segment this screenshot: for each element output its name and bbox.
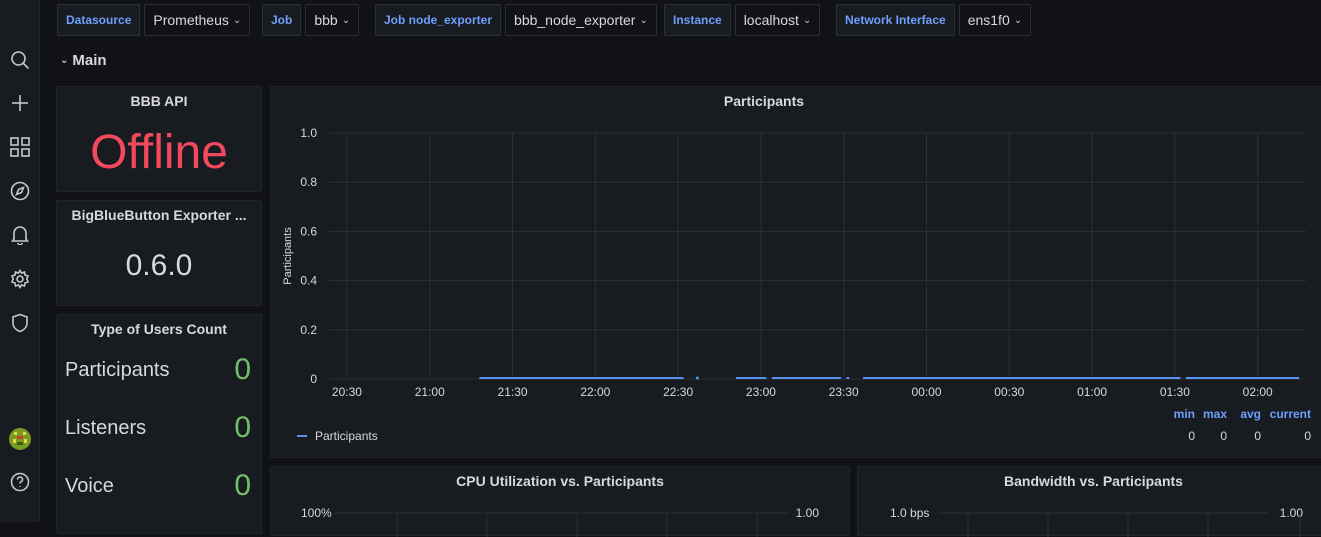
job-node-exporter-select[interactable]: bbb_node_exporter ⌄	[505, 4, 657, 36]
y-tick-label: 0.8	[300, 175, 317, 189]
variable-value: bbb	[314, 12, 338, 28]
panel-type-of-users[interactable]: Type of Users Count Participants 0 Liste…	[56, 314, 262, 534]
api-status-value: Offline	[90, 126, 228, 179]
legend-header-min[interactable]: min	[1157, 407, 1195, 421]
chevron-down-icon: ⌄	[232, 14, 242, 26]
instance-select[interactable]: localhost ⌄	[734, 4, 821, 36]
shield-icon[interactable]	[0, 311, 40, 335]
users-row-label: Participants	[65, 358, 170, 381]
panel-title: BigBlueButton Exporter ...	[71, 207, 247, 223]
variable-value: Prometheus	[153, 12, 229, 28]
legend-value-max: 0	[1220, 429, 1227, 443]
explore-compass-icon[interactable]	[0, 179, 40, 203]
x-tick-label: 21:00	[415, 385, 445, 399]
cpu-chart-grid	[335, 512, 789, 537]
variable-label: Datasource	[57, 4, 141, 36]
panel-cpu-vs-participants[interactable]: CPU Utilization vs. Participants 100% 1.…	[270, 466, 850, 537]
panel-title: BBB API	[130, 93, 188, 109]
legend-swatch	[297, 435, 307, 437]
chevron-down-icon: ⌄	[341, 14, 351, 26]
y-tick-label: 1.0	[300, 126, 317, 140]
panel-bbb-api[interactable]: BBB API Offline	[56, 86, 262, 192]
y-tick-label: 0	[310, 372, 317, 386]
variable-label: Instance	[664, 4, 731, 36]
users-row-value: 0	[234, 353, 251, 386]
variable-label: Job	[262, 4, 302, 36]
panel-title: Type of Users Count	[91, 321, 227, 337]
legend-series[interactable]: Participants	[297, 429, 378, 443]
chevron-down-icon: ⌄	[60, 55, 69, 66]
x-tick-label: 22:00	[580, 385, 610, 399]
x-tick-label: 02:00	[1243, 385, 1273, 399]
template-variables-bar: Datasource Prometheus ⌄ Job bbb ⌄ Job node…	[40, 0, 1321, 40]
x-tick-label: 01:00	[1077, 385, 1107, 399]
legend-header-avg[interactable]: avg	[1227, 407, 1261, 421]
users-row-value: 0	[234, 411, 251, 444]
row-toggle-main[interactable]: ⌄ Main	[60, 52, 107, 69]
datasource-select[interactable]: Prometheus ⌄	[144, 4, 251, 36]
search-icon[interactable]	[0, 48, 40, 72]
legend-header-current[interactable]: current	[1261, 407, 1311, 421]
x-tick-label: 00:00	[911, 385, 941, 399]
chevron-down-icon: ⌄	[639, 14, 648, 26]
panel-participants-graph[interactable]: Participants 0 0.2 0.4 0.6 0.8 1.0 20:30 21:00 2…	[270, 86, 1321, 458]
legend-header-max[interactable]: max	[1195, 407, 1227, 421]
series-point	[695, 376, 699, 380]
variable-value: ens1f0	[967, 12, 1010, 28]
panel-exporter-version[interactable]: BigBlueButton Exporter ... 0.6.0	[56, 200, 262, 306]
plus-icon[interactable]	[0, 91, 40, 115]
avatar[interactable]	[0, 427, 40, 451]
variable-job-node-exporter: Job node_exporter bbb_node_exporter ⌄	[375, 4, 657, 36]
variable-label: Network Interface	[836, 4, 955, 36]
users-row-value: 0	[234, 469, 251, 502]
users-row-label: Listeners	[65, 416, 147, 439]
y-tick-label: 0.4	[300, 274, 317, 288]
variable-job: Job bbb ⌄	[262, 4, 360, 36]
legend-value-min: 0	[1188, 429, 1195, 443]
legend-value-current: 0	[1304, 429, 1311, 443]
panel-bandwidth-vs-participants[interactable]: Bandwidth vs. Participants 1.0 bps 1.00	[857, 466, 1321, 537]
x-tick-label: 23:00	[746, 385, 776, 399]
chevron-down-icon: ⌄	[802, 14, 812, 26]
alerting-bell-icon[interactable]	[0, 223, 40, 247]
network-interface-select[interactable]: ens1f0 ⌄	[958, 4, 1032, 36]
gear-icon[interactable]	[0, 267, 40, 291]
participants-chart: 0 0.2 0.4 0.6 0.8 1.0 20:30 21:00 21:30 22:00 22:3…	[282, 126, 1306, 399]
x-tick-label: 23:30	[829, 385, 859, 399]
y-tick-label: 0.2	[300, 323, 317, 337]
variable-value: localhost	[743, 12, 799, 28]
x-tick-label: 01:30	[1160, 385, 1190, 399]
users-row-participants: Participants 0	[65, 353, 251, 387]
variable-value: bbb_node_exporter	[514, 12, 636, 28]
users-row-label: Voice	[65, 474, 114, 497]
exporter-version-value: 0.6.0	[125, 249, 193, 282]
variable-instance: Instance localhost ⌄	[664, 4, 821, 36]
row-title: Main	[72, 52, 107, 69]
variable-network-interface: Network Interface ens1f0 ⌄	[836, 4, 1032, 36]
x-tick-label: 00:30	[994, 385, 1024, 399]
dashboards-icon[interactable]	[0, 135, 40, 159]
chevron-down-icon: ⌄	[1013, 14, 1023, 26]
users-row-listeners: Listeners 0	[65, 411, 251, 445]
y-tick-label: 0.6	[300, 224, 317, 238]
job-select[interactable]: bbb ⌄	[305, 4, 360, 36]
variable-label: Job node_exporter	[375, 4, 502, 36]
users-row-voice: Voice 0	[65, 469, 251, 503]
y-axis-label: Participants	[282, 227, 294, 285]
side-menu	[0, 0, 40, 522]
legend-series-name: Participants	[315, 429, 378, 443]
legend-stats: min max avg current 0 0 0 0	[1157, 407, 1311, 443]
x-tick-label: 22:30	[663, 385, 693, 399]
bandwidth-chart-grid	[938, 512, 1301, 537]
x-tick-label: 20:30	[332, 385, 362, 399]
variable-datasource: Datasource Prometheus ⌄	[57, 4, 251, 36]
x-tick-label: 21:30	[498, 385, 528, 399]
help-icon[interactable]	[0, 470, 40, 494]
legend-value-avg: 0	[1254, 429, 1261, 443]
